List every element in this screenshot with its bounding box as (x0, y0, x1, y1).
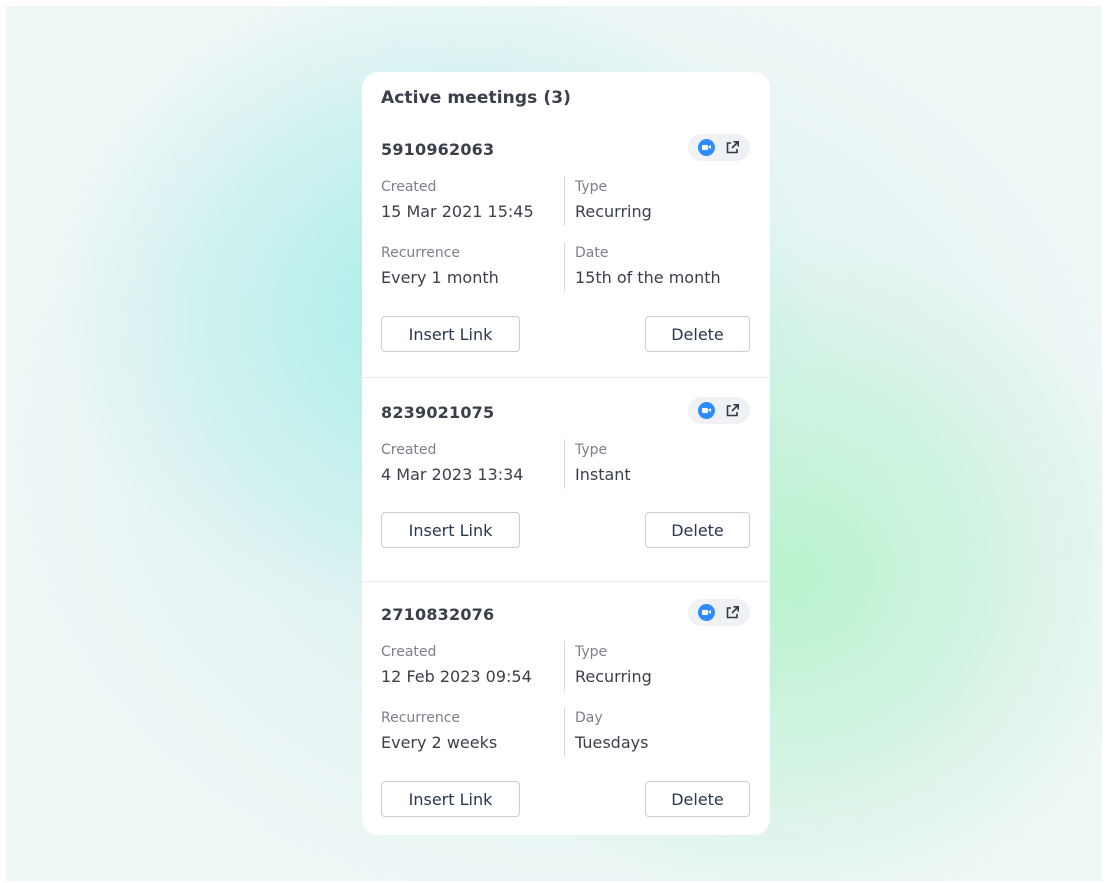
field-label: Type (575, 644, 608, 660)
field-label: Date (575, 245, 609, 261)
meeting-actions-pill (688, 397, 750, 424)
meeting-id: 5910962063 (381, 140, 495, 159)
created-field: Created 4 Mar 2023 13:34 (381, 441, 523, 485)
meeting-id: 8239021075 (381, 403, 495, 422)
type-field: Type Recurring (575, 178, 652, 222)
field-separator (564, 176, 565, 226)
delete-button[interactable]: Delete (645, 316, 750, 352)
meeting-card: 8239021075 Created 4 Mar 2023 13:34 Type… (362, 378, 770, 581)
created-field: Created 12 Feb 2023 09:54 (381, 643, 532, 687)
meeting-actions-pill (688, 599, 750, 626)
field-label: Recurrence (381, 245, 461, 261)
delete-button[interactable]: Delete (645, 781, 750, 817)
field-value: Every 1 month (381, 268, 499, 287)
date-field: Date 15th of the month (575, 244, 721, 288)
external-link-icon[interactable] (725, 403, 740, 418)
field-label: Type (575, 179, 608, 195)
field-separator (564, 439, 565, 489)
insert-link-button[interactable]: Insert Link (381, 781, 520, 817)
field-value: Recurring (575, 202, 652, 221)
created-field: Created 15 Mar 2021 15:45 (381, 178, 534, 222)
insert-link-button[interactable]: Insert Link (381, 512, 520, 548)
field-separator (564, 707, 565, 757)
zoom-video-icon[interactable] (698, 402, 715, 419)
field-label: Created (381, 644, 437, 660)
field-value: 15 Mar 2021 15:45 (381, 202, 534, 221)
field-value: 12 Feb 2023 09:54 (381, 667, 532, 686)
zoom-video-icon[interactable] (698, 139, 715, 156)
meeting-card: 2710832076 Created 12 Feb 2023 09:54 Typ… (362, 581, 770, 835)
insert-link-button[interactable]: Insert Link (381, 316, 520, 352)
type-field: Type Instant (575, 441, 631, 485)
recurrence-field: Recurrence Every 1 month (381, 244, 499, 288)
field-label: Created (381, 442, 437, 458)
field-value: 15th of the month (575, 268, 721, 287)
panel-title: Active meetings (3) (381, 88, 572, 108)
field-separator (564, 242, 565, 292)
external-link-icon[interactable] (725, 605, 740, 620)
day-field: Day Tuesdays (575, 709, 648, 753)
active-meetings-panel: Active meetings (3) 5910962063 Created 1… (362, 72, 770, 835)
type-field: Type Recurring (575, 643, 652, 687)
zoom-video-icon[interactable] (698, 604, 715, 621)
field-label: Day (575, 710, 603, 726)
external-link-icon[interactable] (725, 140, 740, 155)
field-value: 4 Mar 2023 13:34 (381, 465, 524, 484)
meeting-id: 2710832076 (381, 605, 495, 624)
field-label: Recurrence (381, 710, 461, 726)
recurrence-field: Recurrence Every 2 weeks (381, 709, 497, 753)
delete-button[interactable]: Delete (645, 512, 750, 548)
field-label: Type (575, 442, 608, 458)
background: Active meetings (3) 5910962063 Created 1… (6, 6, 1102, 881)
field-value: Tuesdays (575, 733, 649, 752)
field-value: Instant (575, 465, 631, 484)
field-value: Every 2 weeks (381, 733, 498, 752)
field-separator (564, 641, 565, 691)
field-label: Created (381, 179, 437, 195)
meeting-actions-pill (688, 134, 750, 161)
field-value: Recurring (575, 667, 652, 686)
